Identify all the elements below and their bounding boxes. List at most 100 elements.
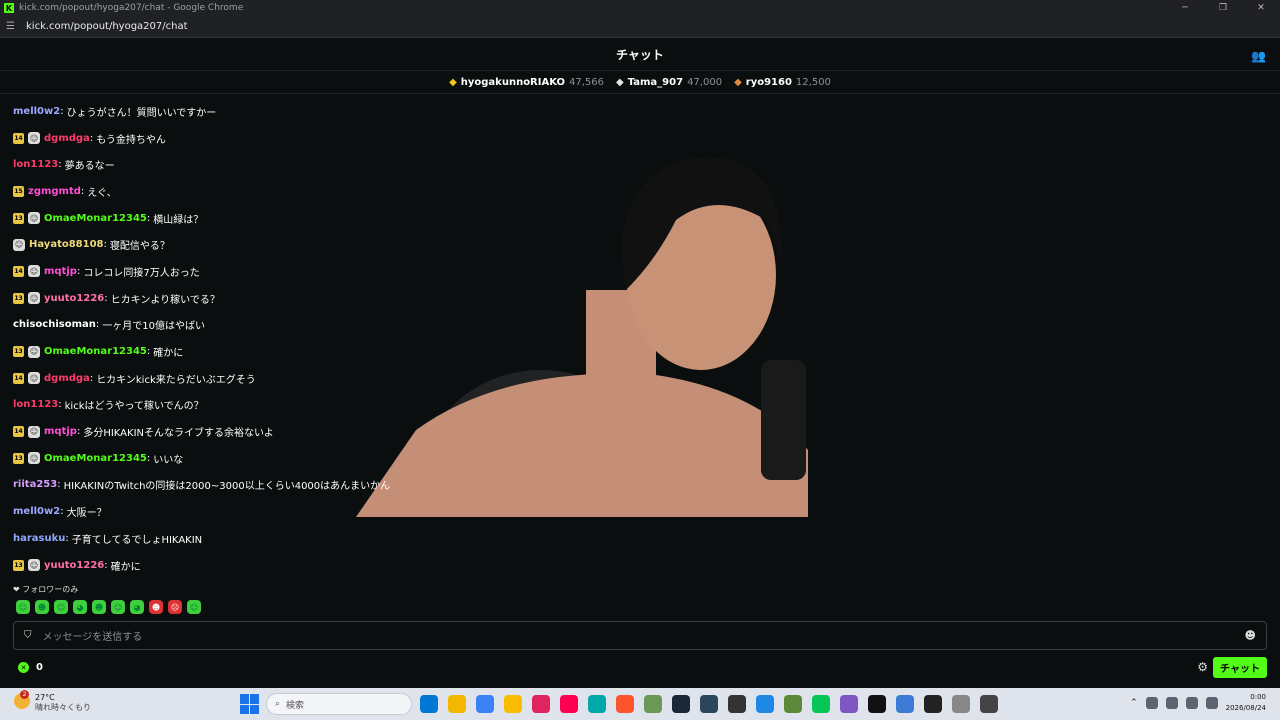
emote-icon[interactable]: ◕ <box>73 600 87 614</box>
leaderboard-points: 47,000 <box>687 77 723 88</box>
shield-icon: ⛉ <box>24 630 32 641</box>
chat-message-text: HIKAKINのTwitchの同接は2000~3000以上くらい4000はあんま… <box>63 481 391 493</box>
gear-icon[interactable]: ⚙ <box>1197 660 1208 674</box>
url-text: kick.com/popout/hyoga207/chat <box>26 21 188 32</box>
taskbar-app-icon[interactable] <box>644 695 662 713</box>
taskbar-app-icon[interactable] <box>504 695 522 713</box>
og-badge-icon: ☺ <box>28 452 40 465</box>
site-info-icon[interactable]: ☰ <box>6 21 20 32</box>
taskbar-app-icon[interactable] <box>448 695 466 713</box>
chat-username[interactable]: zgmgmtd <box>28 186 81 197</box>
subscriber-badge-icon: 14 <box>13 132 24 144</box>
subscriber-badge-icon: 13 <box>13 212 24 224</box>
chat-username[interactable]: OmaeMonar12345 <box>44 346 147 357</box>
taskbar-app-icon[interactable] <box>840 695 858 713</box>
send-chat-button[interactable]: チャット <box>1213 657 1267 678</box>
taskbar-app-icon[interactable] <box>672 695 690 713</box>
chat-username[interactable]: chisochisoman <box>13 319 96 330</box>
chat-message-text: 一ヶ月で10億はやばい <box>102 321 205 333</box>
taskbar-app-icon[interactable] <box>420 695 438 713</box>
leaderboard-points: 12,500 <box>795 77 831 88</box>
chat-message-input[interactable]: ⛉ メッセージを送信する ☻ <box>13 621 1267 650</box>
chat-username[interactable]: dgmdga <box>44 373 90 384</box>
users-icon[interactable]: 👥 <box>1251 49 1266 63</box>
emote-icon[interactable]: ☻ <box>92 600 106 614</box>
chat-message-text: ひょうがさん！質問いいですかー <box>66 107 217 119</box>
minimize-icon[interactable]: ─ <box>1166 0 1204 16</box>
chat-username[interactable]: mell0w2 <box>13 506 60 517</box>
leaderboard-entry[interactable]: ◆ hyogakunnoRIAKO 47,566 <box>449 77 604 88</box>
chat-message: mell0w2: ひょうがさん！質問いいですかー <box>13 98 813 125</box>
restore-icon[interactable]: ❐ <box>1204 0 1242 16</box>
chat-username[interactable]: yuuto1226 <box>44 560 104 571</box>
emoji-picker-icon[interactable]: ☻ <box>1245 629 1256 642</box>
chat-username[interactable]: lon1123 <box>13 159 58 170</box>
chat-username[interactable]: OmaeMonar12345 <box>44 453 147 464</box>
taskbar-app-icon[interactable] <box>532 695 550 713</box>
taskbar-app-icon[interactable] <box>728 695 746 713</box>
chat-username[interactable]: yuuto1226 <box>44 293 104 304</box>
chat-message-text: 夢あるなー <box>64 161 115 173</box>
taskbar-app-icon[interactable] <box>812 695 830 713</box>
chat-message-text: ヒカキンkick来たらだいぶエグそう <box>96 374 256 386</box>
start-button[interactable] <box>240 694 260 714</box>
emote-icon[interactable]: ☻ <box>35 600 49 614</box>
chat-message: 13 ☺ OmaeMonar12345: 横山緑は？ <box>13 205 813 232</box>
window-controls: ─ ❐ ✕ <box>1166 0 1280 16</box>
taskbar-search[interactable]: ⌕ 検索 <box>266 693 412 715</box>
volume-icon[interactable] <box>1205 697 1218 709</box>
username-separator: : <box>60 506 64 518</box>
subscriber-badge-icon: 15 <box>13 185 24 197</box>
chat-username[interactable]: mell0w2 <box>13 106 60 117</box>
emote-icon[interactable]: ◕ <box>130 600 144 614</box>
emote-icon[interactable]: ☺ <box>187 600 201 614</box>
subscriber-badge-icon: 13 <box>13 559 24 571</box>
taskbar-app-icon[interactable] <box>616 695 634 713</box>
chat-username[interactable]: riita253 <box>13 479 57 490</box>
taskbar-app-icon[interactable] <box>868 695 886 713</box>
chat-message-text: 確かに <box>153 348 184 360</box>
username-separator: : <box>60 105 64 117</box>
leaderboard-entry[interactable]: ◆ Tama_907 47,000 <box>616 77 722 88</box>
chat-username[interactable]: harasuku <box>13 533 65 544</box>
taskbar-app-icon[interactable] <box>980 695 998 713</box>
chat-username[interactable]: mqtjp <box>44 426 77 437</box>
weather-widget[interactable]: 2 27°C 晴れ時々くもり <box>14 690 91 713</box>
chat-username[interactable]: Hayato88108 <box>29 239 104 250</box>
taskbar-app-icon[interactable] <box>952 695 970 713</box>
subscriber-badge-icon: 13 <box>13 292 24 304</box>
points-coin-icon: ✕ <box>18 662 29 673</box>
emote-icon[interactable]: ☺ <box>54 600 68 614</box>
chat-username[interactable]: dgmdga <box>44 133 90 144</box>
channel-points[interactable]: ✕ 0 <box>18 662 43 673</box>
emote-icon[interactable]: ☺ <box>16 600 30 614</box>
emote-icon[interactable]: ☺ <box>111 600 125 614</box>
chat-header: チャット 👥 <box>0 39 1280 71</box>
taskbar-app-icon[interactable] <box>756 695 774 713</box>
address-bar[interactable]: ☰ kick.com/popout/hyoga207/chat <box>0 16 1280 38</box>
chevron-up-icon[interactable]: ⌃ <box>1130 698 1138 708</box>
mic-icon[interactable] <box>1165 697 1178 709</box>
chat-message-text: いいな <box>153 454 184 466</box>
chat-message: 13 ☺ OmaeMonar12345: いいな <box>13 445 813 472</box>
chat-message: mell0w2: 大阪ー？ <box>13 498 813 525</box>
taskbar-app-icon[interactable] <box>560 695 578 713</box>
taskbar-app-icon[interactable] <box>588 695 606 713</box>
taskbar-app-icon[interactable] <box>784 695 802 713</box>
chat-username[interactable]: lon1123 <box>13 399 58 410</box>
username-separator: : <box>95 319 100 331</box>
close-icon[interactable]: ✕ <box>1242 0 1280 16</box>
taskbar-app-icon[interactable] <box>924 695 942 713</box>
taskbar-app-icon[interactable] <box>896 695 914 713</box>
taskbar-app-icon[interactable] <box>700 695 718 713</box>
chat-username[interactable]: OmaeMonar12345 <box>44 213 147 224</box>
chat-username[interactable]: mqtjp <box>44 266 77 277</box>
tray-icon[interactable] <box>1145 697 1158 709</box>
network-icon[interactable] <box>1185 697 1198 709</box>
clock[interactable]: 0:00 2026/08/24 <box>1226 692 1266 714</box>
emote-icon[interactable]: ☻ <box>149 600 163 614</box>
og-badge-icon: ☺ <box>28 132 40 145</box>
taskbar-app-icon[interactable] <box>476 695 494 713</box>
emote-icon[interactable]: ☹ <box>168 600 182 614</box>
leaderboard-entry[interactable]: ◆ ryo9160 12,500 <box>734 77 831 88</box>
